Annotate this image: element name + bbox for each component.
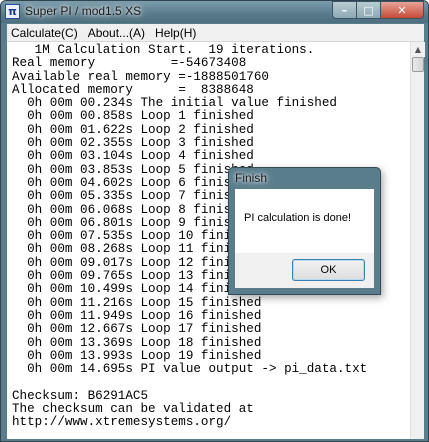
output-line: The checksum can be validated at — [12, 402, 254, 417]
menu-help[interactable]: Help(H) — [155, 26, 196, 40]
output-line: http://www.xtremesystems.org/ — [12, 415, 232, 430]
output-line: 0h 00m 11.949s Loop 16 finished — [12, 308, 262, 323]
title-bar[interactable]: π Super PI / mod1.5 XS – □ ✕ — [1, 1, 428, 23]
output-line: 0h 00m 13.993s Loop 19 finished — [12, 348, 262, 363]
maximize-button[interactable]: □ — [356, 1, 381, 19]
ok-button[interactable]: OK — [292, 259, 365, 281]
output-line: 0h 00m 00.858s Loop 1 finished — [12, 109, 254, 124]
window-title: Super PI / mod1.5 XS — [25, 4, 141, 18]
output-line: 0h 00m 03.104s Loop 4 finished — [12, 149, 254, 164]
minimize-button[interactable]: – — [332, 1, 357, 19]
window-title-prefix: Super PI / — [25, 4, 82, 18]
output-line: 0h 00m 11.216s Loop 15 finished — [12, 295, 262, 310]
close-button[interactable]: ✕ — [380, 1, 424, 19]
menu-about[interactable]: About...(A) — [88, 26, 145, 40]
output-line: 0h 00m 00.234s The initial value finishe… — [12, 96, 337, 111]
menu-bar: Calculate(C) About...(A) Help(H) — [7, 24, 424, 42]
output-line: 0h 00m 02.355s Loop 3 finished — [12, 136, 254, 151]
output-line: 0h 00m 01.622s Loop 2 finished — [12, 122, 254, 137]
output-line: Checksum: B6291AC5 — [12, 388, 149, 403]
dialog-message: PI calculation is done! — [235, 189, 374, 253]
output-line: 0h 00m 14.695s PI value output -> pi_dat… — [12, 362, 368, 377]
scroll-up-icon[interactable]: ▲ — [411, 42, 425, 57]
dialog-title: Finish — [235, 171, 268, 185]
vertical-scrollbar[interactable]: ▲ — [410, 42, 425, 439]
window-title-rest: mod1.5 XS — [81, 4, 142, 18]
output-line: 0h 00m 13.369s Loop 18 finished — [12, 335, 262, 350]
menu-calculate[interactable]: Calculate(C) — [11, 26, 78, 40]
output-line: Allocated memory = 8388648 — [12, 82, 254, 97]
output-line: Real memory =-54673408 — [12, 56, 247, 71]
pi-app-icon: π — [5, 4, 20, 19]
window-controls: – □ ✕ — [332, 1, 424, 21]
dialog-body: PI calculation is done! OK — [235, 189, 374, 288]
scroll-thumb[interactable] — [412, 57, 424, 72]
output-line: 1M Calculation Start. 19 iterations. — [12, 43, 315, 57]
output-line: Available real memory =-1888501760 — [12, 69, 269, 84]
finish-dialog: Finish PI calculation is done! OK — [228, 167, 381, 295]
output-line: 0h 00m 12.667s Loop 17 finished — [12, 322, 262, 337]
